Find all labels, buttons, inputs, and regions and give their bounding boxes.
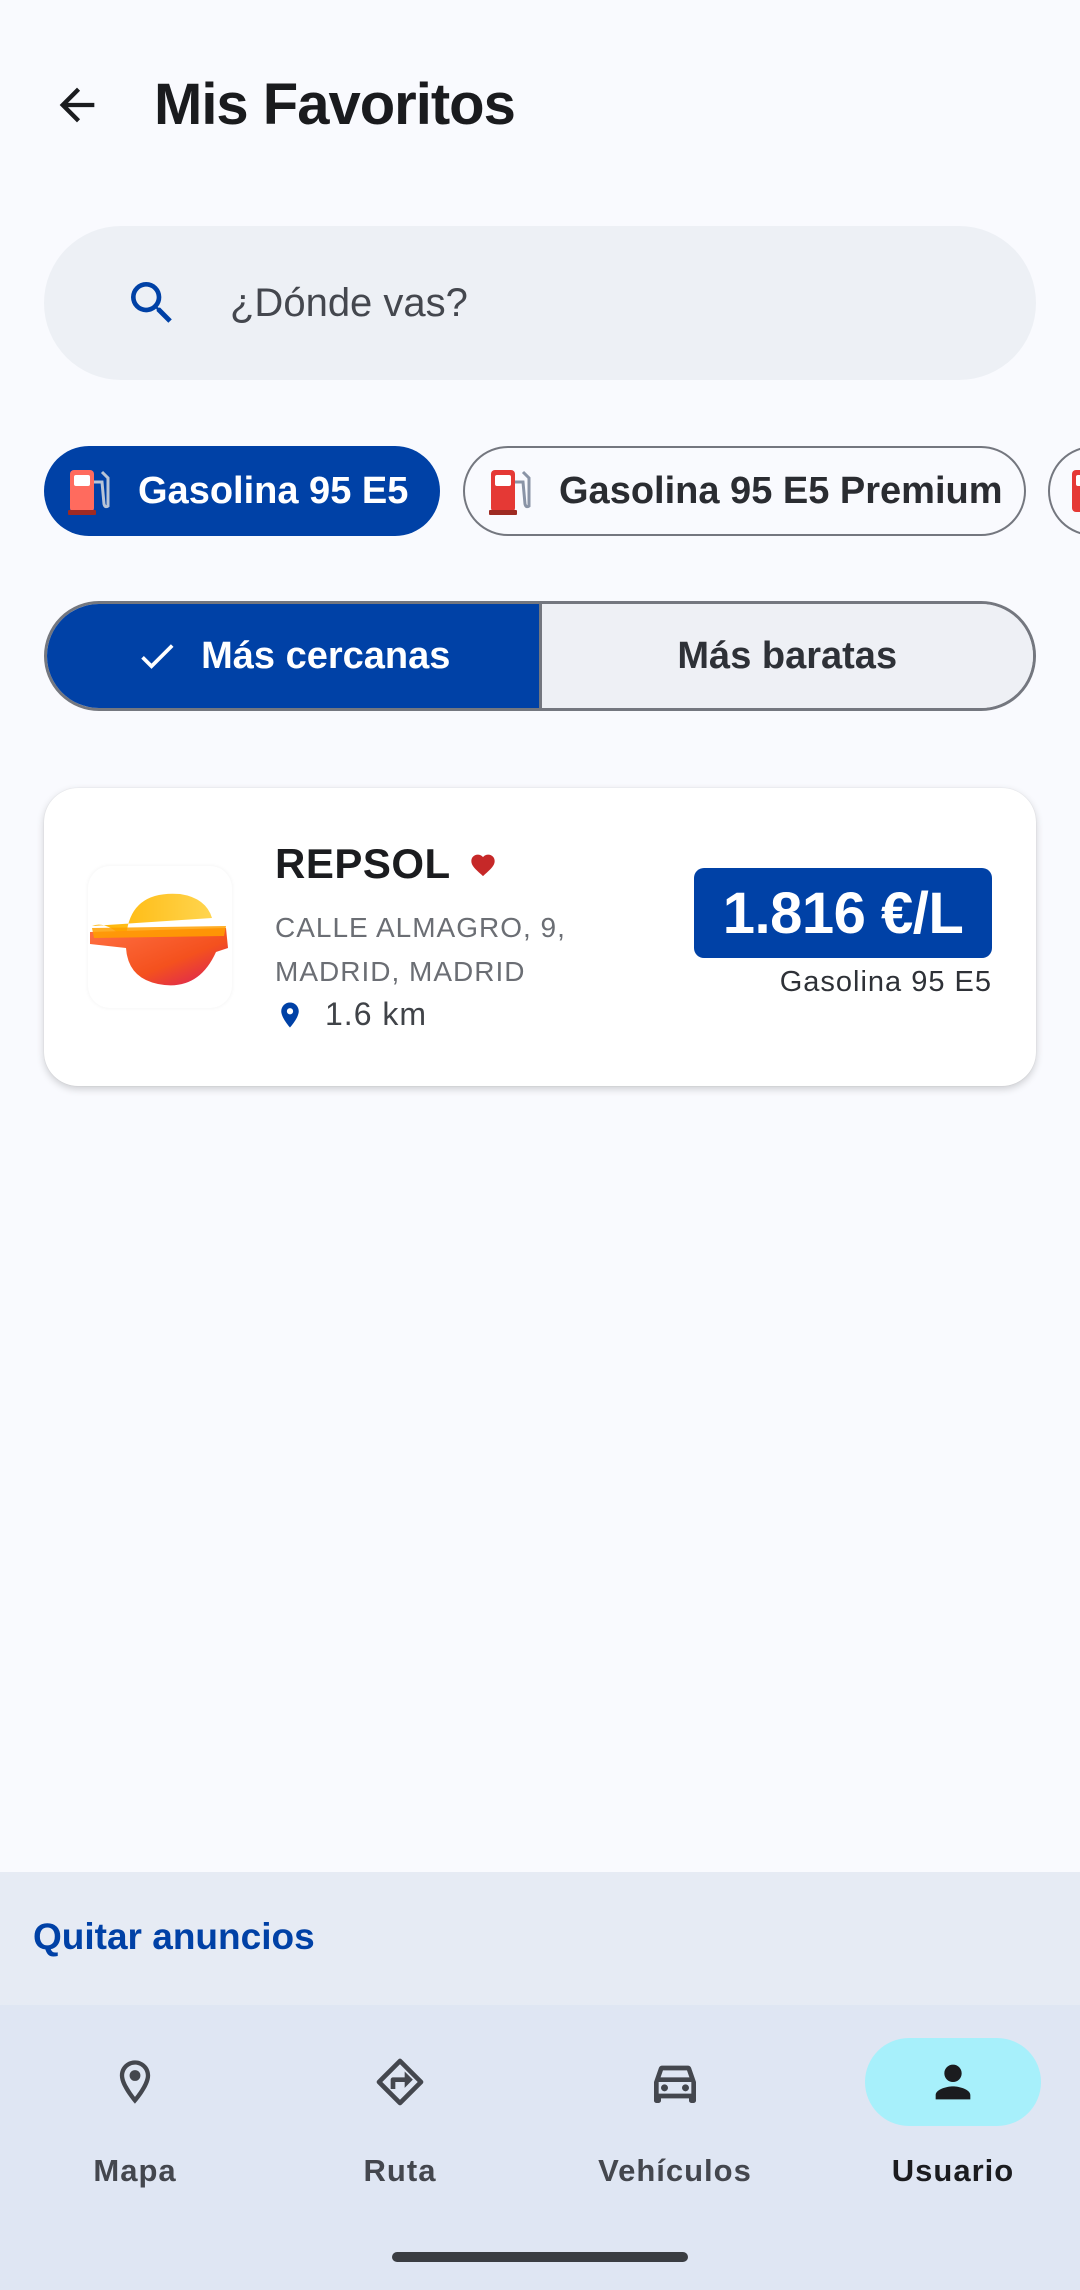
- search-input[interactable]: ¿Dónde vas?: [230, 281, 468, 326]
- route-icon: [376, 2058, 424, 2106]
- station-distance: 1.6 km: [275, 996, 427, 1033]
- car-icon: [654, 2065, 696, 2103]
- fuel-filter-chips: Gasolina 95 E5 Gasolina 95 E5 Premium: [0, 446, 1080, 536]
- nav-item-mapa[interactable]: Mapa: [0, 2005, 270, 2205]
- repsol-logo-icon: [90, 893, 228, 986]
- sort-option-label: Más baratas: [677, 634, 898, 677]
- search-icon: [131, 282, 172, 323]
- nav-icon-container: [47, 2038, 223, 2126]
- fuel-chip-label: Gasolina 95 E5 Premium: [559, 469, 1003, 512]
- sort-option-closest[interactable]: Más cercanas: [47, 604, 539, 708]
- user-icon: [935, 2064, 971, 2100]
- bottom-navigation: Mapa Ruta Vehículos Usuario: [0, 2005, 1080, 2290]
- fuel-chip-more[interactable]: [1048, 446, 1080, 536]
- station-brand-name: REPSOL: [275, 840, 451, 887]
- favorites-screen: Mis Favoritos ¿Dónde vas? Gasolina 95 E5: [0, 0, 1080, 2290]
- nav-icon-container: [865, 2038, 1041, 2126]
- nav-icon-container: [312, 2038, 488, 2126]
- nav-item-vehiculos[interactable]: Vehículos: [540, 2005, 810, 2205]
- sort-segmented-control: Más cercanas Más baratas: [44, 601, 1036, 711]
- fuel-pump-icon: [489, 470, 531, 515]
- top-app-bar: Mis Favoritos: [0, 0, 1080, 210]
- location-pin-icon: [281, 1002, 299, 1027]
- station-distance-value: 1.6 km: [325, 996, 428, 1032]
- arrow-back-icon: [59, 87, 95, 123]
- fuel-chip-gasolina-95-e5[interactable]: Gasolina 95 E5: [44, 446, 440, 536]
- station-card[interactable]: REPSOL CALLE ALMAGRO, 9, MADRID, MADRID …: [44, 788, 1036, 1086]
- sort-option-cheapest[interactable]: Más baratas: [538, 604, 1033, 708]
- remove-ads-link[interactable]: Quitar anuncios: [33, 1916, 315, 1958]
- home-indicator: [392, 2252, 688, 2262]
- nav-item-usuario[interactable]: Usuario: [818, 2005, 1080, 2205]
- back-button[interactable]: [42, 70, 112, 140]
- search-bar[interactable]: ¿Dónde vas?: [44, 226, 1036, 380]
- brand-logo: [88, 866, 232, 1008]
- nav-label: Vehículos: [598, 2153, 752, 2188]
- price-fuel-type: Gasolina 95 E5: [779, 966, 992, 998]
- station-brand: REPSOL: [275, 840, 497, 888]
- fuel-chip-label: Gasolina 95 E5: [138, 469, 409, 512]
- favorite-heart-icon[interactable]: [469, 851, 497, 877]
- page-title: Mis Favoritos: [154, 72, 516, 137]
- fuel-pump-icon: [68, 470, 110, 515]
- sort-option-label: Más cercanas: [201, 634, 451, 677]
- fuel-pump-icon: [1072, 470, 1080, 512]
- nav-label: Mapa: [93, 2153, 177, 2188]
- ads-banner: Quitar anuncios: [0, 1872, 1080, 2005]
- nav-label: Ruta: [363, 2153, 437, 2188]
- fuel-chip-gasolina-95-e5-premium[interactable]: Gasolina 95 E5 Premium: [463, 446, 1026, 536]
- nav-item-ruta[interactable]: Ruta: [265, 2005, 535, 2205]
- nav-label: Usuario: [891, 2153, 1015, 2188]
- check-icon: [141, 644, 174, 669]
- price-badge: 1.816 €/L: [694, 868, 992, 958]
- nav-icon-container: [587, 2038, 763, 2126]
- map-pin-icon: [119, 2060, 151, 2104]
- station-address: CALLE ALMAGRO, 9, MADRID, MADRID: [275, 912, 566, 987]
